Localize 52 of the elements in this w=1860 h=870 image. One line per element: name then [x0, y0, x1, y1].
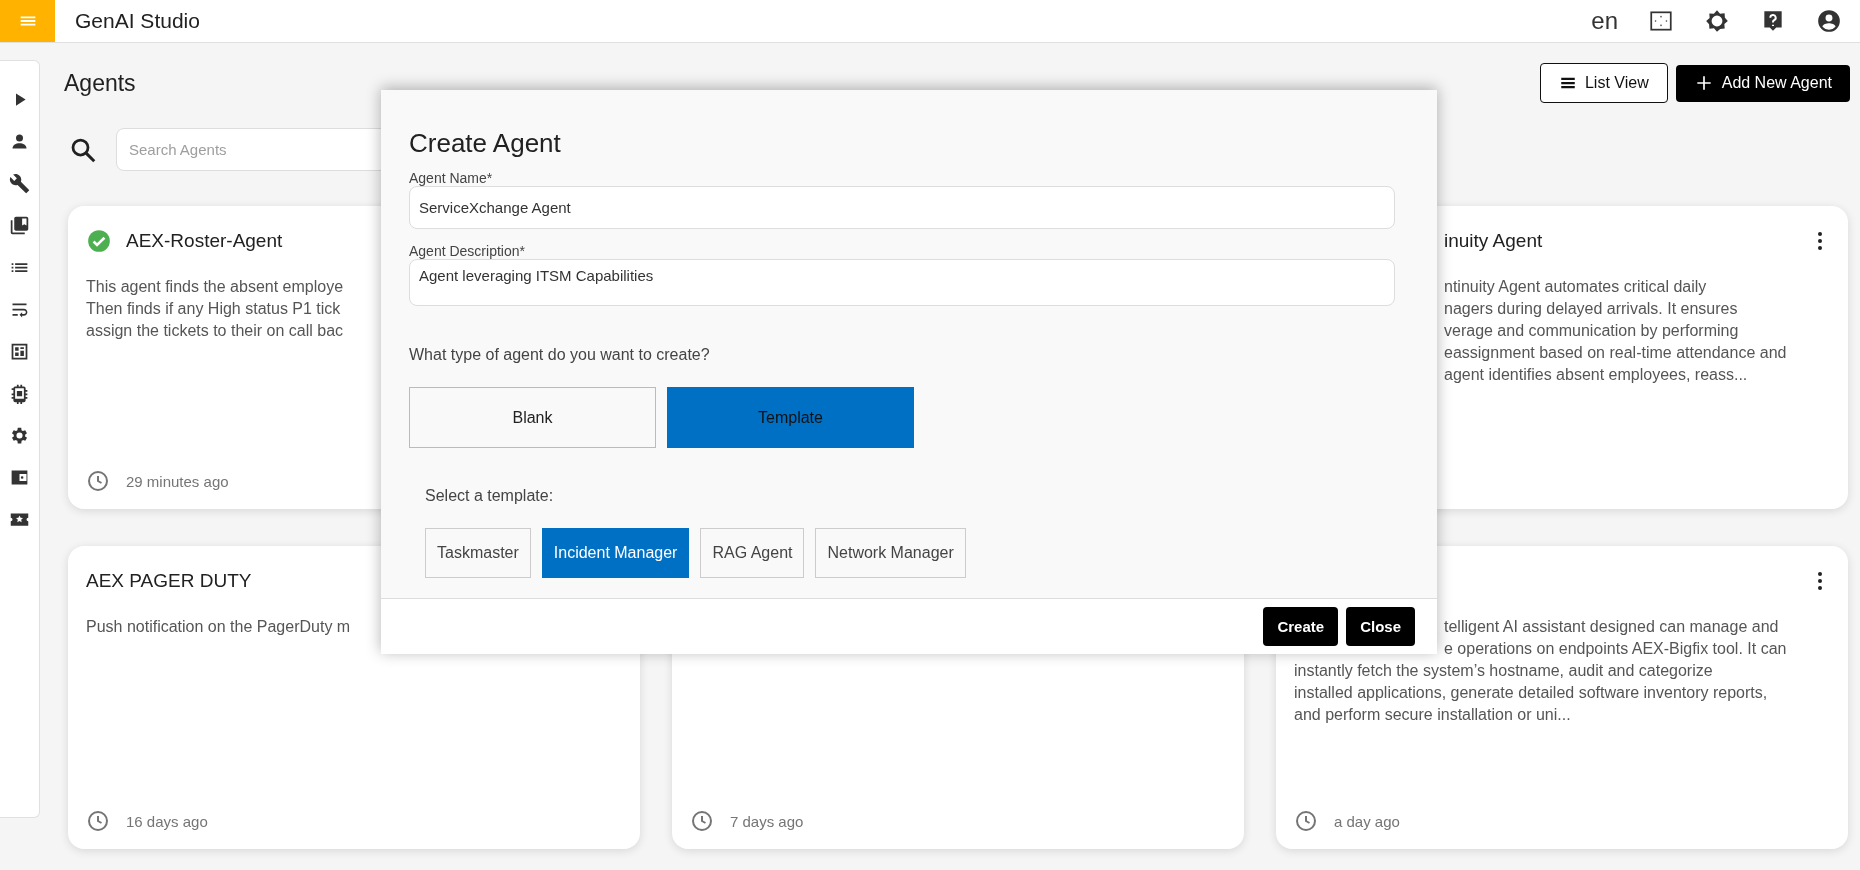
updated-time: 29 minutes ago: [126, 472, 229, 490]
library-icon[interactable]: [9, 215, 30, 236]
clock-icon: [1294, 809, 1318, 833]
preset-option[interactable]: Incident Manager: [541, 528, 690, 578]
agent-title: AEX PAGER DUTY: [86, 570, 252, 592]
close-button[interactable]: Close: [1346, 607, 1415, 647]
updated-time: 16 days ago: [126, 812, 208, 830]
description-line: Push notification on the PagerDuty m: [86, 617, 351, 637]
field-label: Agent Name*: [409, 170, 494, 186]
gear-icon[interactable]: [9, 425, 30, 446]
wrench-icon[interactable]: [9, 173, 30, 194]
clock-icon: [86, 809, 110, 833]
agent-title: AEX-Roster-Agent: [126, 230, 283, 252]
description-line: agent identifies absent employees, reass...: [1444, 365, 1748, 385]
add-agent-button[interactable]: Add New Agent: [1675, 64, 1850, 102]
field-label: Agent Description*: [409, 243, 526, 259]
updated-time: a day ago: [1334, 812, 1400, 830]
description-line: ntinuity Agent automates critical daily: [1444, 277, 1707, 297]
description-line: eassignment based on real-time attendance and: [1444, 343, 1787, 363]
language-selector[interactable]: en: [1591, 7, 1618, 35]
description-line: assign the tickets to their on call bac: [86, 321, 344, 341]
description-line: and perform secure installation or uni...: [1294, 705, 1571, 725]
agent-title: inuity Agent: [1444, 230, 1543, 252]
account-icon[interactable]: [1816, 8, 1842, 34]
template-prompt: Select a template:: [425, 487, 555, 505]
clock-icon: [690, 809, 714, 833]
description-line: Then finds if any High status P1 tick: [86, 299, 341, 319]
description-line: nagers during delayed arrivals. It ensures: [1444, 299, 1738, 319]
fullscreen-icon[interactable]: [1648, 8, 1674, 34]
preset-option[interactable]: Network Manager: [815, 528, 966, 578]
list-view-button[interactable]: List View: [1539, 63, 1668, 103]
dashboard-icon[interactable]: [9, 341, 30, 362]
agent-type-option[interactable]: Blank: [409, 387, 656, 448]
description-line: installed applications, generate detailed software inventory reports,: [1294, 683, 1768, 703]
preset-option[interactable]: RAG Agent: [700, 528, 805, 578]
chip-icon[interactable]: [9, 383, 30, 404]
dialog-title: Create Agent: [409, 128, 562, 158]
brightness-icon[interactable]: [1704, 8, 1730, 34]
preset-option[interactable]: Taskmaster: [425, 528, 531, 578]
input-field[interactable]: ServiceXchange Agent: [409, 186, 1395, 229]
description-line: e operations on endpoints AEX-Bigfix tool. It can: [1444, 639, 1787, 659]
app-title: GenAI Studio: [75, 9, 200, 33]
description-line: verage and communication by performing: [1444, 321, 1739, 341]
description-line: instantly fetch the system’s hostname, audit and categorize: [1294, 661, 1713, 681]
description-line: This agent finds the absent employe: [86, 277, 344, 297]
agent-type-option[interactable]: Template: [667, 387, 914, 448]
create-button[interactable]: Create: [1263, 607, 1339, 647]
description-line: telligent AI assistant designed can manage and: [1444, 617, 1779, 637]
input-field[interactable]: Agent leveraging ITSM Capabilities: [409, 259, 1395, 306]
updated-time: 7 days ago: [730, 812, 804, 830]
clock-icon: [86, 469, 110, 493]
page-title: Agents: [64, 69, 136, 97]
